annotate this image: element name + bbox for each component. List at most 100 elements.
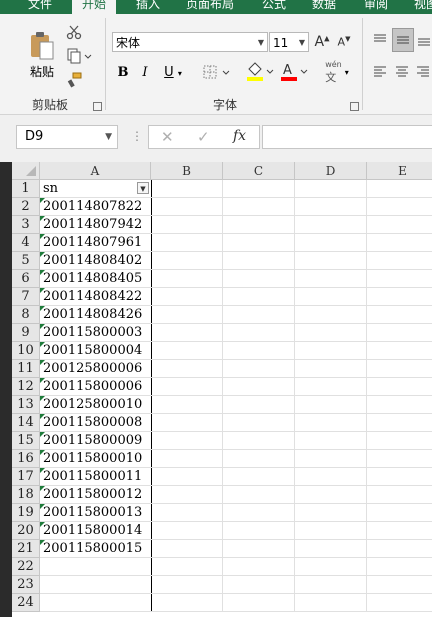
name-box[interactable]: D9 ▼ — [16, 125, 118, 149]
cell-b[interactable] — [151, 342, 223, 360]
cell-a[interactable]: 200125800006 — [40, 360, 152, 378]
cell-b[interactable] — [151, 504, 223, 522]
cell-e[interactable] — [367, 360, 432, 378]
top-align-button[interactable] — [370, 30, 390, 50]
cell-d[interactable] — [295, 288, 367, 306]
cell-a[interactable]: 200115800014 — [40, 522, 152, 540]
row-header[interactable]: 20 — [12, 522, 40, 540]
cell-e[interactable] — [367, 468, 432, 486]
cell-d[interactable] — [295, 342, 367, 360]
row-header[interactable]: 22 — [12, 558, 40, 576]
cell-d[interactable] — [295, 468, 367, 486]
cell-a[interactable]: 200114808422 — [40, 288, 152, 306]
cell-e[interactable] — [367, 198, 432, 216]
row-header[interactable]: 12 — [12, 378, 40, 396]
cell-b[interactable] — [151, 306, 223, 324]
row-header[interactable]: 24 — [12, 594, 40, 612]
splitter-dots-icon[interactable]: ⋮ — [131, 129, 143, 143]
row-header[interactable]: 18 — [12, 486, 40, 504]
cell-c[interactable] — [223, 468, 295, 486]
cell-a[interactable]: 200114808426 — [40, 306, 152, 324]
font-color-button[interactable]: A — [278, 60, 310, 84]
cell-c[interactable] — [223, 180, 295, 198]
insert-function-icon[interactable]: fx — [233, 128, 246, 144]
cell-a[interactable]: 200115800009 — [40, 432, 152, 450]
decrease-font-size-button[interactable]: A▼ — [335, 32, 353, 52]
cell-b[interactable] — [151, 432, 223, 450]
cell-c[interactable] — [223, 216, 295, 234]
row-header[interactable]: 13 — [12, 396, 40, 414]
cell-e[interactable] — [367, 180, 432, 198]
cell-c[interactable] — [223, 486, 295, 504]
cell-b[interactable] — [151, 288, 223, 306]
cell-d[interactable] — [295, 216, 367, 234]
filter-dropdown-icon[interactable]: ▼ — [137, 182, 149, 194]
underline-button[interactable]: U ▾ — [158, 62, 188, 82]
cell-d[interactable] — [295, 378, 367, 396]
cell-a[interactable]: 200115800012 — [40, 486, 152, 504]
row-header[interactable]: 9 — [12, 324, 40, 342]
cell-a[interactable]: 200115800006 — [40, 378, 152, 396]
row-header[interactable]: 2 — [12, 198, 40, 216]
cell-a[interactable]: 200115800004 — [40, 342, 152, 360]
cell-a[interactable]: 200114808402 — [40, 252, 152, 270]
cell-e[interactable] — [367, 522, 432, 540]
cell-e[interactable] — [367, 450, 432, 468]
format-painter-button[interactable] — [64, 70, 84, 90]
cell-b[interactable] — [151, 558, 223, 576]
cell-b[interactable] — [151, 468, 223, 486]
font-size-combo[interactable]: 11 ▼ — [269, 32, 309, 52]
middle-align-button[interactable] — [392, 28, 414, 52]
cell-a[interactable]: 200114807942 — [40, 216, 152, 234]
row-header[interactable]: 21 — [12, 540, 40, 558]
cell-e[interactable] — [367, 540, 432, 558]
cell-b[interactable] — [151, 594, 223, 612]
cell-c[interactable] — [223, 450, 295, 468]
row-header[interactable]: 10 — [12, 342, 40, 360]
cell-e[interactable] — [367, 288, 432, 306]
cell-e[interactable] — [367, 306, 432, 324]
cell-d[interactable] — [295, 306, 367, 324]
enter-check-icon[interactable]: ✓ — [197, 128, 210, 146]
cell-d[interactable] — [295, 522, 367, 540]
cell-e[interactable] — [367, 486, 432, 504]
cell-c[interactable] — [223, 558, 295, 576]
cell-a[interactable]: 200115800008 — [40, 414, 152, 432]
cell-e[interactable] — [367, 504, 432, 522]
cell-b[interactable] — [151, 486, 223, 504]
cell-d[interactable] — [295, 252, 367, 270]
row-header[interactable]: 6 — [12, 270, 40, 288]
cell-e[interactable] — [367, 432, 432, 450]
copy-button[interactable] — [64, 46, 94, 66]
cell-a[interactable] — [40, 576, 152, 594]
italic-button[interactable]: I — [136, 62, 154, 82]
bottom-align-button[interactable] — [416, 30, 432, 50]
cell-c[interactable] — [223, 378, 295, 396]
tab-data[interactable]: 数据 — [312, 0, 336, 14]
row-header[interactable]: 8 — [12, 306, 40, 324]
header-cell-a1[interactable]: sn ▼ — [40, 180, 152, 198]
cell-a[interactable]: 200125800010 — [40, 396, 152, 414]
tab-home[interactable]: 开始 — [72, 0, 117, 14]
cell-e[interactable] — [367, 594, 432, 612]
column-header-d[interactable]: D — [295, 162, 367, 180]
formula-input[interactable] — [262, 125, 432, 149]
row-header[interactable]: 1 — [12, 180, 40, 198]
cell-b[interactable] — [151, 324, 223, 342]
cell-a[interactable]: 200115800003 — [40, 324, 152, 342]
cell-c[interactable] — [223, 306, 295, 324]
bold-button[interactable]: B — [114, 62, 132, 82]
select-all-button[interactable] — [12, 162, 40, 180]
cell-a[interactable]: 200114808405 — [40, 270, 152, 288]
cell-b[interactable] — [151, 198, 223, 216]
cell-c[interactable] — [223, 288, 295, 306]
cell-a[interactable]: 200115800013 — [40, 504, 152, 522]
cell-c[interactable] — [223, 234, 295, 252]
cell-a[interactable]: 200114807822 — [40, 198, 152, 216]
cell-d[interactable] — [295, 414, 367, 432]
row-header[interactable]: 15 — [12, 432, 40, 450]
cell-a[interactable]: 200115800015 — [40, 540, 152, 558]
cell-e[interactable] — [367, 576, 432, 594]
fill-color-button[interactable] — [244, 60, 276, 84]
column-header-e[interactable]: E — [367, 162, 432, 180]
